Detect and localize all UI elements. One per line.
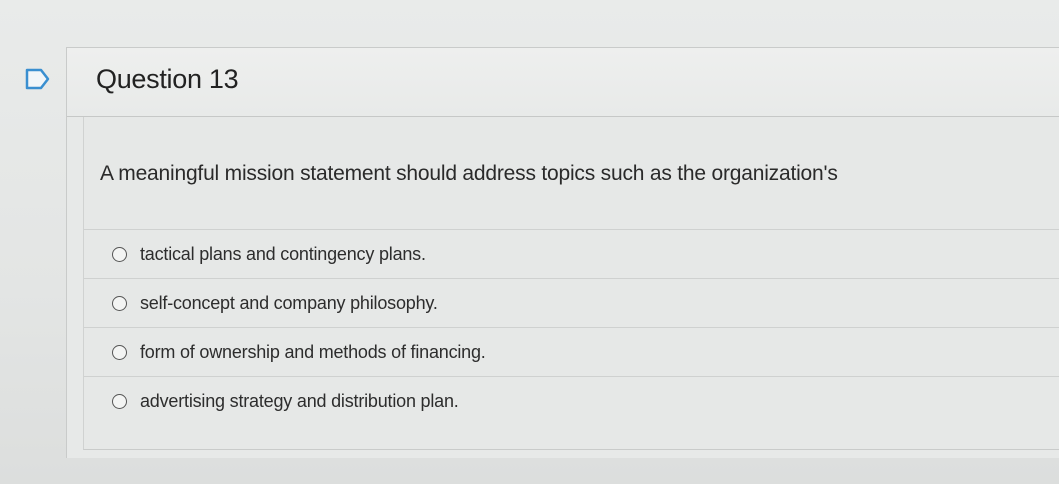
radio-button-icon[interactable] — [112, 246, 127, 262]
answer-option-2[interactable]: self-concept and company philosophy. — [84, 278, 1059, 327]
question-title: Question 13 — [96, 64, 239, 94]
answer-list: tactical plans and contingency plans. se… — [84, 229, 1059, 425]
answer-option-4[interactable]: advertising strategy and distribution pl… — [84, 376, 1059, 425]
answer-label: tactical plans and contingency plans. — [140, 243, 426, 264]
radio-button-icon[interactable] — [112, 344, 127, 360]
answer-option-3[interactable]: form of ownership and methods of financi… — [84, 327, 1059, 376]
radio-button-icon[interactable] — [112, 393, 127, 409]
question-card: Question 13 A meaningful mission stateme… — [66, 47, 1059, 458]
flag-question-icon[interactable] — [25, 68, 51, 90]
question-body: A meaningful mission statement should ad… — [83, 117, 1059, 450]
answer-label: form of ownership and methods of financi… — [140, 341, 486, 362]
answer-option-1[interactable]: tactical plans and contingency plans. — [84, 229, 1059, 278]
answer-label: advertising strategy and distribution pl… — [140, 390, 459, 411]
radio-button-icon[interactable] — [112, 295, 127, 311]
question-header: Question 13 — [67, 48, 1059, 117]
answer-label: self-concept and company philosophy. — [140, 292, 438, 313]
question-prompt: A meaningful mission statement should ad… — [100, 162, 838, 185]
